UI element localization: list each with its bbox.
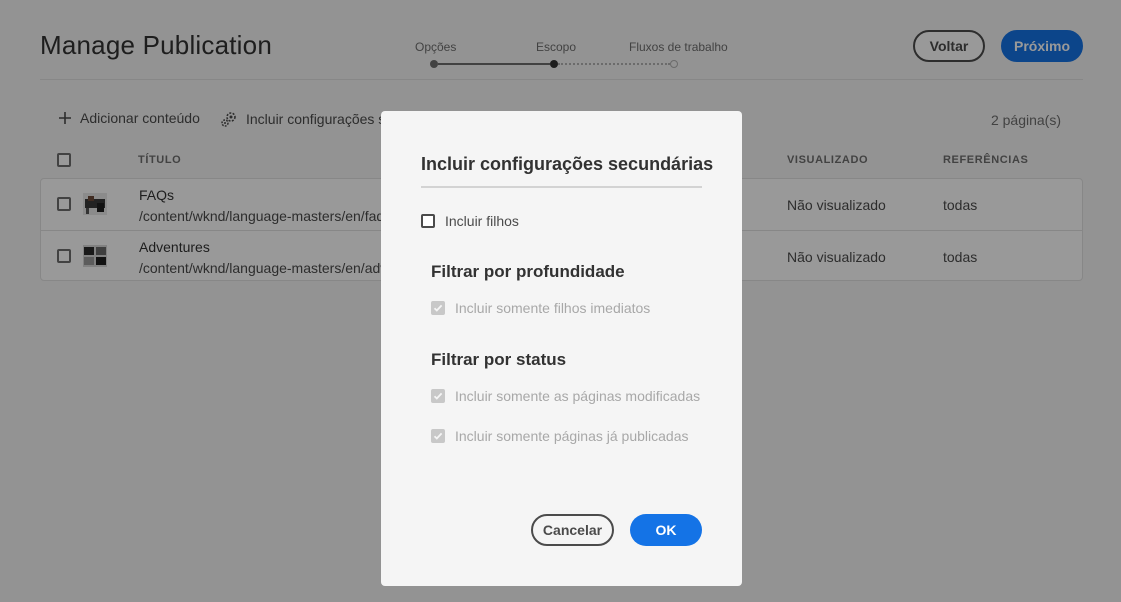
dialog-title: Incluir configurações secundárias xyxy=(421,154,714,174)
checkmark-icon xyxy=(433,304,443,312)
dialog-divider xyxy=(421,186,702,188)
checkbox-box[interactable] xyxy=(431,389,445,403)
cancel-button[interactable]: Cancelar xyxy=(531,514,614,546)
checkbox-label: Incluir filhos xyxy=(445,213,519,229)
immediate-children-checkbox[interactable]: Incluir somente filhos imediatos xyxy=(431,300,650,316)
status-filter-heading: Filtrar por status xyxy=(431,350,567,369)
checkbox-label: Incluir somente páginas já publicadas xyxy=(455,428,689,444)
include-children-dialog: Incluir configurações secundárias Inclui… xyxy=(381,111,742,586)
checkmark-icon xyxy=(433,392,443,400)
checkbox-label: Incluir somente as páginas modificadas xyxy=(455,388,701,404)
depth-filter-heading: Filtrar por profundidade xyxy=(431,262,625,281)
checkbox-box[interactable] xyxy=(421,214,435,228)
checkbox-box[interactable] xyxy=(431,301,445,315)
published-only-checkbox[interactable]: Incluir somente páginas já publicadas xyxy=(431,428,688,444)
checkmark-icon xyxy=(433,432,443,440)
modified-only-checkbox[interactable]: Incluir somente as páginas modificadas xyxy=(431,388,700,404)
include-children-checkbox[interactable]: Incluir filhos xyxy=(421,213,519,229)
ok-button[interactable]: OK xyxy=(630,514,702,546)
checkbox-box[interactable] xyxy=(431,429,445,443)
checkbox-label: Incluir somente filhos imediatos xyxy=(455,300,651,316)
